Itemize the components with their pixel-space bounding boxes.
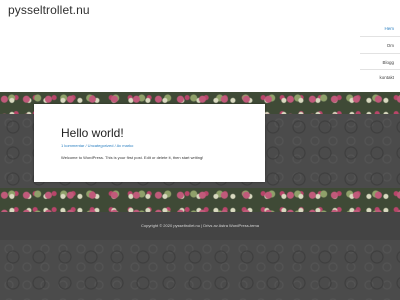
nav-divider	[360, 69, 400, 70]
nav-item-kontakt[interactable]: kontakt	[379, 75, 394, 80]
footer-copyright: Copyright © 2020 pysseltrollet.nu | Driv…	[141, 223, 259, 228]
site-footer: Copyright © 2020 pysseltrollet.nu | Driv…	[0, 212, 400, 240]
nav-divider	[360, 36, 400, 37]
post-excerpt: Welcome to WordPress. This is your first…	[61, 155, 204, 160]
blog-post-card: Hello world! 1 kommentar / Uncategorized…	[34, 104, 265, 182]
nav-divider	[360, 53, 400, 54]
nav-item-om[interactable]: Om	[387, 43, 394, 48]
post-meta[interactable]: 1 kommentar / Uncategorized / Av marko	[61, 143, 133, 148]
post-title-link[interactable]: Hello world!	[61, 126, 124, 140]
main-navigation: Hem Om Blogg kontakt	[360, 0, 400, 92]
site-title-link[interactable]: pysseltrollet.nu	[8, 3, 90, 17]
nav-item-hem[interactable]: Hem	[384, 26, 394, 31]
site-header: pysseltrollet.nu Hem Om Blogg kontakt	[0, 0, 400, 92]
nav-item-blogg[interactable]: Blogg	[382, 60, 394, 65]
floral-border-bottom	[0, 188, 400, 212]
